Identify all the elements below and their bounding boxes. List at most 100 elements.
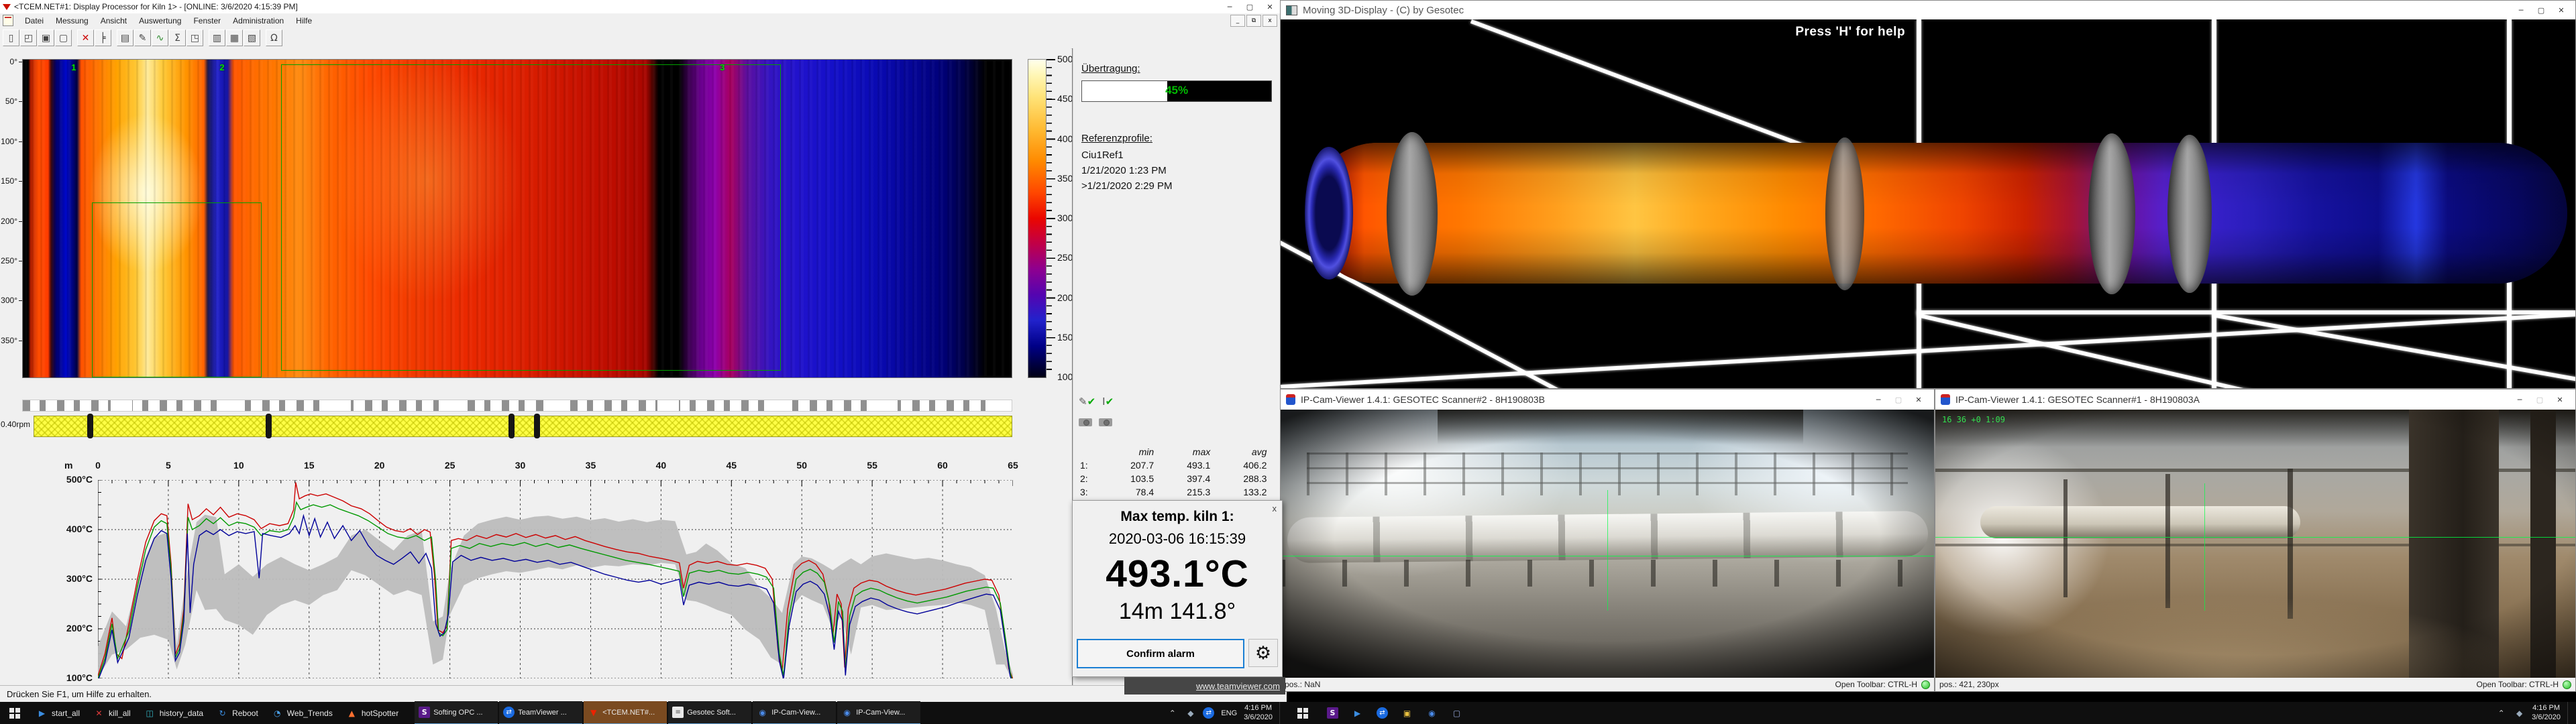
quicklaunch-hotspotter[interactable]: ▲hotSpotter [339,702,405,724]
start-button[interactable] [1288,702,1318,724]
camera-icon[interactable] [1079,418,1092,426]
select-check-icon[interactable]: Ι✔ [1102,396,1114,408]
maximize-icon[interactable]: ▢ [1240,1,1260,13]
rotation-speed-bar[interactable] [34,416,1012,437]
quicklaunch-label: start_all [52,709,80,718]
teamviewer-link[interactable]: www.teamviewer.com [1196,681,1280,691]
close-icon[interactable]: ✕ [1260,1,1280,13]
toolbar-save-icon[interactable]: ▣ [38,29,54,46]
kiln-3d-model[interactable] [1307,143,2567,284]
menu-ansicht[interactable]: Ansicht [95,15,133,27]
edit-check-icon[interactable]: ✎✔ [1079,396,1095,408]
3d-viewport[interactable]: Press 'H' for help [1281,19,2575,388]
minimize-icon[interactable]: ─ [2510,394,2530,406]
taskbar-icon-folder[interactable]: ▣ [1395,702,1419,724]
camera-osd-text: 16 36 +0 1:09 [1942,415,2005,424]
confirm-alarm-button[interactable]: Confirm alarm [1077,639,1244,668]
toolbar-report-icon[interactable]: ▤ [117,29,133,46]
3d-window-titlebar[interactable]: Moving 3D-Display - (C) by Gesotec ─ ▢ ✕ [1281,1,2575,19]
x-axis-tick-label: 40 [649,460,672,471]
tray-expand-icon[interactable]: ⌃ [1167,707,1178,719]
quicklaunch-web-trends[interactable]: ◔Web_Trends [265,702,339,724]
toolbar-save-as-icon[interactable]: ▧ [244,29,260,46]
taskbar-clock[interactable]: 4:16 PM 3/6/2020 [2532,704,2561,723]
maximize-icon[interactable]: ▢ [2530,394,2550,406]
temperature-profile-chart[interactable] [98,480,1013,678]
menu-datei[interactable]: Datei [19,15,50,27]
colorbar-tick-label: 350 [1057,173,1073,184]
quicklaunch-history-data[interactable]: ◫history_data [138,702,210,724]
tray-shield-icon[interactable]: ◆ [1185,707,1196,719]
tray-teamviewer-icon[interactable]: ⇄ [1203,707,1214,719]
tcem-statusbar: Drücken Sie F1, um Hilfe zu erhalten. [0,685,1287,703]
toolbar-view-3d-icon[interactable]: ◳ [186,29,203,46]
minimize-icon[interactable]: ─ [2511,4,2531,16]
child-close-icon[interactable]: x [1263,15,1277,27]
alarm-settings-gear-icon[interactable]: ⚙ [1248,639,1278,667]
cam1-video-feed[interactable] [1281,410,1934,678]
taskbar-icon-play[interactable]: ▶ [1345,702,1370,724]
taskbar-icon-monitor[interactable]: ▢ [1444,702,1469,724]
toolbar-display-icon[interactable]: ▢ [55,29,72,46]
quicklaunch-start-all[interactable]: ▶start_all [30,702,87,724]
toolbar-annotate-icon[interactable]: ✎ [134,29,151,46]
thermal-scan-image[interactable]: 123 [22,59,1012,378]
language-indicator[interactable]: ENG [1221,709,1237,717]
display-processor-view: 123 500450400350300250200150100 0.40rpm … [0,48,1071,685]
taskbar-app-ip-cam-view[interactable]: ◉IP-Cam-View... [837,701,920,724]
taskbar-app-gesotec-soft[interactable]: ≡Gesotec Soft... [668,701,751,724]
toolbar-open-icon[interactable]: ◰ [20,29,37,46]
close-icon[interactable]: ✕ [2551,4,2571,16]
action-center-edge[interactable] [1279,702,1285,724]
rpm-marker-peg[interactable] [266,414,272,438]
cam2-titlebar[interactable]: IP-Cam-Viewer 1.4.1: GESOTEC Scanner#1 -… [1935,389,2575,410]
tcem-titlebar[interactable]: <TCEM.NET#1: Display Processor for Kiln … [0,0,1280,14]
close-icon[interactable]: ✕ [1909,394,1929,406]
menu-auswertung[interactable]: Auswertung [133,15,187,27]
maximize-icon[interactable]: ▢ [1888,394,1909,406]
toolbar-table-icon[interactable]: ▥ [209,29,225,46]
quicklaunch-reboot[interactable]: ↻Reboot [210,702,265,724]
menu-hilfe[interactable]: Hilfe [290,15,318,27]
taskbar-app-tcem-net[interactable]: ▼<TCEM.NET#... [584,701,667,724]
toolbar-sum-icon[interactable]: Σ [169,29,186,46]
close-icon[interactable]: ✕ [2550,394,2570,406]
toolbar-trend-icon[interactable]: ∿ [152,29,168,46]
quicklaunch-kill-all[interactable]: ✕kill_all [87,702,138,724]
menu-fenster[interactable]: Fenster [187,15,227,27]
teamviewer-icon: ⇄ [503,707,515,718]
action-center-edge[interactable] [2567,702,2573,724]
tray-shield-icon[interactable]: ◆ [2514,707,2525,719]
rpm-marker-peg[interactable] [534,414,540,438]
stats-avg: 406.2 [1210,459,1267,472]
cam1-titlebar[interactable]: IP-Cam-Viewer 1.4.1: GESOTEC Scanner#2 -… [1281,389,1934,410]
menu-messung[interactable]: Messung [50,15,95,27]
rpm-marker-peg[interactable] [87,414,93,438]
minimize-icon[interactable]: ─ [1220,1,1240,13]
tray-expand-icon[interactable]: ⌃ [2496,707,2507,719]
toolbar-folder-icon[interactable]: ▦ [226,29,243,46]
taskbar-icon-teamviewer[interactable]: ⇄ [1370,702,1395,724]
windows-logo-icon [1297,708,1308,719]
taskbar-icon-cam[interactable]: ◉ [1419,702,1444,724]
taskbar-app-teamviewer[interactable]: ⇄TeamViewer ... [499,701,582,724]
taskbar-clock[interactable]: 4:16 PM 3/6/2020 [1244,704,1273,723]
menu-administration[interactable]: Administration [227,15,290,27]
taskbar-app-softing-opc[interactable]: SSofting OPC ... [415,701,498,724]
rpm-marker-peg[interactable] [508,414,515,438]
maximize-icon[interactable]: ▢ [2531,4,2551,16]
toolbar-delete-icon[interactable]: ✕ [77,29,94,46]
minimize-icon[interactable]: ─ [1868,394,1888,406]
taskbar-icon-softing[interactable]: S [1320,702,1345,724]
camera-icon[interactable] [1099,418,1112,426]
child-minimize-icon[interactable]: _ [1230,15,1245,27]
alarm-close-icon[interactable]: x [1273,503,1277,514]
child-restore-icon[interactable]: ⧉ [1246,15,1261,27]
cam2-video-feed[interactable]: 16 36 +0 1:09 [1935,410,2575,678]
start-button[interactable] [0,702,30,724]
toolbar-lock-icon[interactable]: Ω [266,29,282,46]
transfer-progressbar: 45% [1081,80,1272,102]
taskbar-app-ip-cam-view[interactable]: ◉IP-Cam-View... [753,701,836,724]
toolbar-new-icon[interactable]: ▯ [3,29,19,46]
toolbar-scale-icon[interactable]: ╞ [95,29,111,46]
